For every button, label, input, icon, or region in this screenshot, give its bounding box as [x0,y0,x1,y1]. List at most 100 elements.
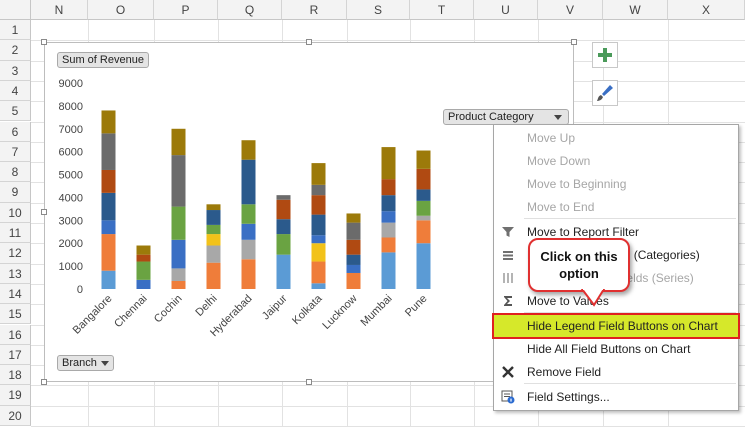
bar-segment-lucknow-ho[interactable] [346,254,361,265]
bar-segment-jaipur-ha[interactable] [276,234,291,255]
row-header-17[interactable]: 17 [0,344,31,366]
bar-segment-delhi-ca[interactable] [206,262,221,289]
row-header-19[interactable]: 19 [0,385,31,406]
bar-segment-mumbai-fo[interactable] [381,211,396,223]
bar-segment-hyderabad-ho[interactable] [241,159,256,205]
bar-segment-pune-ca[interactable] [416,220,431,244]
column-header-o[interactable]: O [88,0,154,20]
bar-segment-kolkata-po[interactable] [311,195,326,215]
column-header-x[interactable]: X [668,0,745,20]
row-header-7[interactable]: 7 [0,141,31,163]
row-header-6[interactable]: 6 [0,121,31,142]
column-header-v[interactable]: V [538,0,603,20]
bar-segment-mumbai-au[interactable] [381,252,396,289]
chart-elements-button[interactable] [592,42,618,68]
bar-segment-bangalore-ca[interactable] [101,234,116,271]
bar-segment-delhi-cl[interactable] [206,245,221,263]
bar-segment-mumbai-po[interactable] [381,179,396,196]
bar-segment-kolkata-pr[interactable] [311,184,326,196]
bar-segment-hyderabad-st[interactable] [241,140,256,160]
row-header-10[interactable]: 10 [0,202,31,223]
resize-handle[interactable] [41,39,47,45]
bar-segment-bangalore-pr[interactable] [101,133,116,170]
bar-segment-hyderabad-fo[interactable] [241,223,256,240]
bar-segment-bangalore-st[interactable] [101,110,116,134]
row-header-8[interactable]: 8 [0,162,31,183]
column-header-w[interactable]: W [603,0,668,20]
bar-segment-pune-ho[interactable] [416,189,431,201]
bar-segment-lucknow-ca[interactable] [346,272,361,289]
bar-segment-lucknow-po[interactable] [346,239,361,255]
bar-segment-kolkata-el[interactable] [311,243,326,262]
select-all-corner[interactable] [0,0,31,20]
column-header-q[interactable]: Q [218,0,282,20]
menu-item-field-settings[interactable]: Field Settings... [494,386,738,408]
resize-handle[interactable] [571,39,577,45]
bar-segment-cochin-fo[interactable] [171,239,186,269]
bar-segment-mumbai-ho[interactable] [381,195,396,212]
menu-item-hide-all-field-buttons-on-chart[interactable]: Hide All Field Buttons on Chart [494,338,738,360]
row-header-16[interactable]: 16 [0,324,31,345]
bar-segment-hyderabad-ha[interactable] [241,204,256,224]
bar-segment-delhi-el[interactable] [206,234,221,246]
resize-handle[interactable] [41,209,47,215]
bar-segment-mumbai-st[interactable] [381,147,396,180]
bar-segment-bangalore-au[interactable] [101,270,116,289]
bar-segment-chennai-ha[interactable] [136,261,151,280]
bar-segment-hyderabad-ca[interactable] [241,259,256,289]
bar-segment-chennai-st[interactable] [136,245,151,255]
bar-segment-lucknow-pr[interactable] [346,222,361,240]
bar-segment-jaipur-pr[interactable] [276,195,291,200]
bar-segment-kolkata-ho[interactable] [311,214,326,236]
bar-segment-jaipur-po[interactable] [276,199,291,220]
bar-segment-pune-po[interactable] [416,168,431,190]
column-header-n[interactable]: N [31,0,88,20]
bar-segment-mumbai-ca[interactable] [381,237,396,253]
row-header-4[interactable]: 4 [0,80,31,102]
row-header-2[interactable]: 2 [0,40,31,61]
bar-segment-hyderabad-cl[interactable] [241,239,256,260]
bar-segment-kolkata-fo[interactable] [311,235,326,244]
bar-segment-kolkata-ca[interactable] [311,261,326,284]
row-header-5[interactable]: 5 [0,101,31,122]
bar-segment-lucknow-st[interactable] [346,213,361,223]
bar-segment-mumbai-cl[interactable] [381,222,396,238]
bar-segment-delhi-ho[interactable] [206,210,221,225]
bar-segment-bangalore-ho[interactable] [101,192,116,221]
bar-segment-kolkata-st[interactable] [311,163,326,185]
column-header-s[interactable]: S [347,0,410,20]
resize-handle[interactable] [306,379,312,385]
bar-segment-cochin-pr[interactable] [171,155,186,207]
chart-styles-button[interactable] [592,80,618,106]
bar-segment-chennai-po[interactable] [136,254,151,262]
bar-segment-delhi-ha[interactable] [206,224,221,235]
branch-field-button[interactable]: Branch [57,355,114,371]
bar-segment-pune-cl[interactable] [416,215,431,221]
bar-segment-pune-au[interactable] [416,243,431,289]
menu-item-move-to-values[interactable]: Move to Values [494,290,738,312]
bar-segment-pune-st[interactable] [416,150,431,169]
bar-segment-cochin-ha[interactable] [171,206,186,240]
row-header-3[interactable]: 3 [0,60,31,81]
bar-segment-delhi-st[interactable] [206,204,221,211]
column-header-u[interactable]: U [474,0,538,20]
row-header-12[interactable]: 12 [0,243,31,264]
row-header-14[interactable]: 14 [0,283,31,305]
bar-segment-bangalore-po[interactable] [101,169,116,193]
row-header-18[interactable]: 18 [0,365,31,386]
bar-segment-cochin-cl[interactable] [171,268,186,281]
menu-item-remove-field[interactable]: Remove Field [494,361,738,383]
menu-item-hide-legend-field-buttons-on-chart[interactable]: Hide Legend Field Buttons on Chart [492,313,740,339]
row-header-9[interactable]: 9 [0,182,31,203]
row-header-20[interactable]: 20 [0,405,31,426]
row-header-15[interactable]: 15 [0,304,31,325]
bar-segment-chennai-fo[interactable] [136,279,151,289]
bar-segment-jaipur-au[interactable] [276,254,291,289]
bar-segment-jaipur-ho[interactable] [276,219,291,235]
resize-handle[interactable] [41,379,47,385]
resize-handle[interactable] [306,39,312,45]
bar-segment-bangalore-fo[interactable] [101,220,116,235]
column-header-t[interactable]: T [410,0,474,20]
bar-segment-cochin-st[interactable] [171,128,186,156]
bar-segment-lucknow-fo[interactable] [346,264,361,273]
